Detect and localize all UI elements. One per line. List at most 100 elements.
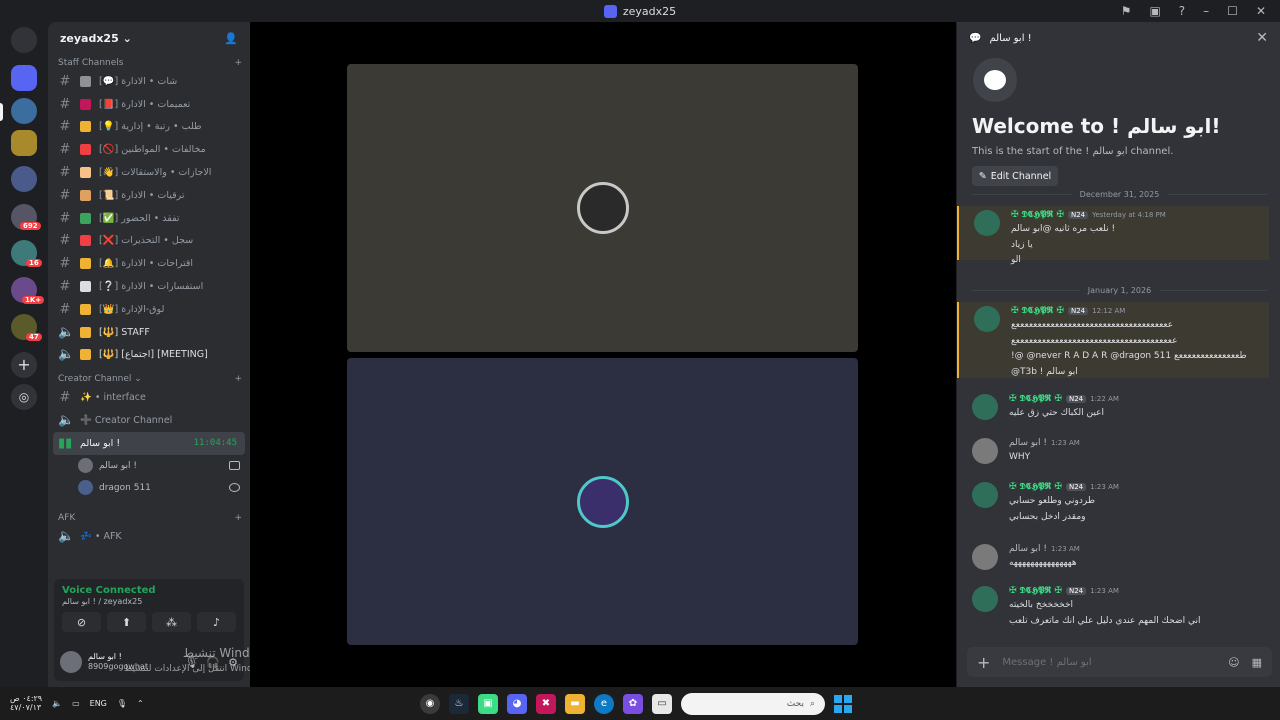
discover-icon[interactable]: ◎	[11, 384, 37, 410]
chat-message[interactable]: ✠ 𝕯𝕮𝕳𝕻𝕽 ✠ N24 1:23 AM طردوني وطلعو حسابي ومق…	[957, 478, 1269, 522]
folder-icon[interactable]: ▬	[565, 693, 585, 714]
channel-item[interactable]: # [🚫] مخالفات • المواطنين	[48, 138, 250, 161]
edit-channel-button[interactable]: ✎ Edit Channel	[972, 166, 1058, 186]
game-icon[interactable]: ✖	[536, 693, 556, 714]
author-name[interactable]: ✠ 𝕯𝕮𝕳𝕻𝕽 ✠	[1011, 306, 1064, 316]
chat-message[interactable]: ابو سالم ! 1:23 AM WHY	[957, 434, 1269, 466]
copilot-icon[interactable]: ✿	[623, 693, 643, 714]
windows-taskbar: ٠٤:٢٩ ص ٤٧/٠٧/١٣ 🔈 ▭ ENG 🎙 ⌃ ◉ ♨ ▣ ◕ ✖ ▬…	[0, 687, 1280, 720]
message-header: ابو سالم ! 1:23 AM	[1009, 434, 1269, 448]
edge-icon[interactable]: e	[594, 693, 614, 714]
composer-placeholder[interactable]: Message ! ابو سالم	[1002, 657, 1091, 668]
apps-icon[interactable]: ▦	[1252, 656, 1262, 669]
avatar[interactable]	[972, 544, 998, 570]
channel-label: 💤 • AFK	[80, 530, 122, 542]
flag-icon[interactable]: ⚑	[1121, 4, 1132, 18]
channel-creator[interactable]: 🔈 ➕ Creator Channel	[48, 409, 250, 432]
maximize-button[interactable]: ☐	[1227, 4, 1238, 18]
close-button[interactable]: ✕	[1256, 4, 1266, 18]
channel-interface[interactable]: # ✨ • interface	[48, 386, 250, 409]
author-name[interactable]: ابو سالم !	[1009, 544, 1047, 554]
server-folder-icon[interactable]	[11, 166, 37, 192]
channel-item[interactable]: 🔈 [🔱] STAFF	[48, 321, 250, 344]
avatar[interactable]	[972, 482, 998, 508]
author-name[interactable]: ✠ 𝕯𝕮𝕳𝕻𝕽 ✠	[1009, 586, 1062, 596]
chat-message[interactable]: ✠ 𝕯𝕮𝕳𝕻𝕽 ✠ N24 1:22 AM اعين الكباك حتي زق عل…	[957, 390, 1269, 422]
avatar[interactable]	[974, 210, 1000, 236]
dm-icon[interactable]	[11, 65, 37, 91]
windows-start-icon[interactable]	[834, 694, 852, 713]
author-name[interactable]: ابو سالم !	[1009, 438, 1047, 448]
chat-message[interactable]: ابو سالم ! 1:23 AM هههههههههههههههه	[957, 540, 1269, 570]
avatar[interactable]	[972, 438, 998, 464]
channel-item[interactable]: # [❌] سجل • التحذيرات	[48, 230, 250, 253]
category-staff[interactable]: Staff Channels +	[48, 56, 250, 70]
help-icon[interactable]: ?	[1179, 4, 1185, 18]
category-creator[interactable]: Creator Channel ⌄ +	[48, 372, 250, 386]
avatar[interactable]	[972, 586, 998, 612]
channel-item[interactable]: # [❔] استفسارات • الادارة	[48, 275, 250, 298]
minimize-button[interactable]: –	[1203, 4, 1209, 18]
discord-home-icon[interactable]	[11, 27, 37, 53]
avatar[interactable]	[974, 306, 1000, 332]
author-name[interactable]: ✠ 𝕯𝕮𝕳𝕻𝕽 ✠	[1009, 482, 1062, 492]
channel-item[interactable]: # [📕] تعميمات • الادارة	[48, 93, 250, 116]
channel-item[interactable]: # [✅] تفقد • الحضور	[48, 207, 250, 230]
android-icon[interactable]: ▣	[478, 693, 498, 714]
language-indicator[interactable]: ENG	[90, 699, 107, 708]
channel-item[interactable]: # [💬] شات • الادارة	[48, 70, 250, 93]
screen-share-button[interactable]: ⬆	[107, 612, 146, 632]
add-channel-icon[interactable]: +	[234, 374, 242, 384]
avatar[interactable]	[60, 651, 82, 673]
obs-icon[interactable]: ◉	[420, 693, 440, 714]
add-channel-icon[interactable]: +	[234, 513, 242, 523]
channel-item[interactable]: # [🔔] اقتراحات • الادارة	[48, 252, 250, 275]
taskbar-search[interactable]: بحث ⌕	[681, 692, 825, 715]
message-composer[interactable]: + Message ! ابو سالم ☺ ▦	[967, 647, 1272, 677]
mic-icon[interactable]: 🎙	[117, 699, 127, 708]
channel-item[interactable]: # [👋] الاجازات • والاستقالات	[48, 161, 250, 184]
participant-tile[interactable]	[347, 64, 858, 352]
channel-emoji-icon	[80, 167, 91, 179]
attach-icon[interactable]: +	[977, 653, 990, 672]
chat-message[interactable]: ✠ 𝕯𝕮𝕳𝕻𝕽 ✠ N24 12:12 AM عععععععععععععععععععع…	[957, 302, 1269, 378]
server-header[interactable]: zeyadx25 ⌄ 👤	[48, 22, 250, 54]
chat-message[interactable]: ✠ 𝕯𝕮𝕳𝕻𝕽 ✠ N24 1:23 AM اخخخخخخ بالخيته اني اض…	[957, 582, 1269, 628]
participant-tile[interactable]	[347, 358, 858, 645]
server-tag-badge: N24	[1065, 395, 1087, 403]
steam-icon[interactable]: ♨	[449, 693, 469, 714]
avatar	[78, 480, 93, 496]
channel-active-voice[interactable]: ▮▮ ابو سالم ! 11:04:45	[53, 431, 245, 455]
emoji-icon[interactable]: ☺	[1228, 656, 1239, 669]
speaker-icon[interactable]: 🔈	[52, 699, 62, 708]
chat-message[interactable]: ✠ 𝕯𝕮𝕳𝕻𝕽 ✠ N24 Yesterday at 4:18 PM نلعب مره…	[957, 206, 1269, 265]
clock[interactable]: ٠٤:٢٩ ص ٤٧/٠٧/١٣	[10, 694, 42, 713]
server-icon[interactable]	[11, 98, 37, 124]
author-name[interactable]: ✠ 𝕯𝕮𝕳𝕻𝕽 ✠	[1011, 210, 1064, 220]
soundboard-button[interactable]: ♪	[197, 612, 236, 632]
camera-off-button[interactable]: ⊘	[62, 612, 101, 632]
channel-item[interactable]: 🔈 [🔱] [اجتماع] [MEETING]	[48, 344, 250, 367]
voice-status[interactable]: Voice Connected	[62, 585, 236, 596]
activity-button[interactable]: ⁂	[152, 612, 191, 632]
file-icon[interactable]: ▭	[652, 693, 672, 714]
discord-icon[interactable]: ◕	[507, 693, 527, 714]
channel-item[interactable]: # [💡] طلب • رتبة • إدارية	[48, 116, 250, 139]
voice-user[interactable]: ابو سالم !	[48, 455, 250, 477]
chevron-up-icon[interactable]: ⌃	[137, 699, 144, 708]
channel-item[interactable]: # [👑] لوق-الإدارة	[48, 298, 250, 321]
add-server-icon[interactable]: +	[11, 352, 37, 378]
voice-user[interactable]: dragon 511	[48, 477, 250, 499]
channel-item[interactable]: # [📜] ترقيات • الادارة	[48, 184, 250, 207]
add-channel-icon[interactable]: +	[234, 58, 242, 68]
add-member-icon[interactable]: 👤	[224, 32, 238, 45]
category-afk[interactable]: AFK +	[48, 511, 250, 525]
network-icon[interactable]: ▭	[72, 699, 80, 708]
avatar[interactable]	[972, 394, 998, 420]
author-name[interactable]: ✠ 𝕯𝕮𝕳𝕻𝕽 ✠	[1009, 394, 1062, 404]
close-icon[interactable]: ✕	[1256, 30, 1268, 46]
inbox-icon[interactable]: ▣	[1149, 4, 1160, 18]
channel-afk[interactable]: 🔈 💤 • AFK	[48, 525, 250, 548]
server-icon[interactable]	[11, 130, 37, 156]
server-name[interactable]: zeyadx25 ⌄	[60, 32, 132, 45]
